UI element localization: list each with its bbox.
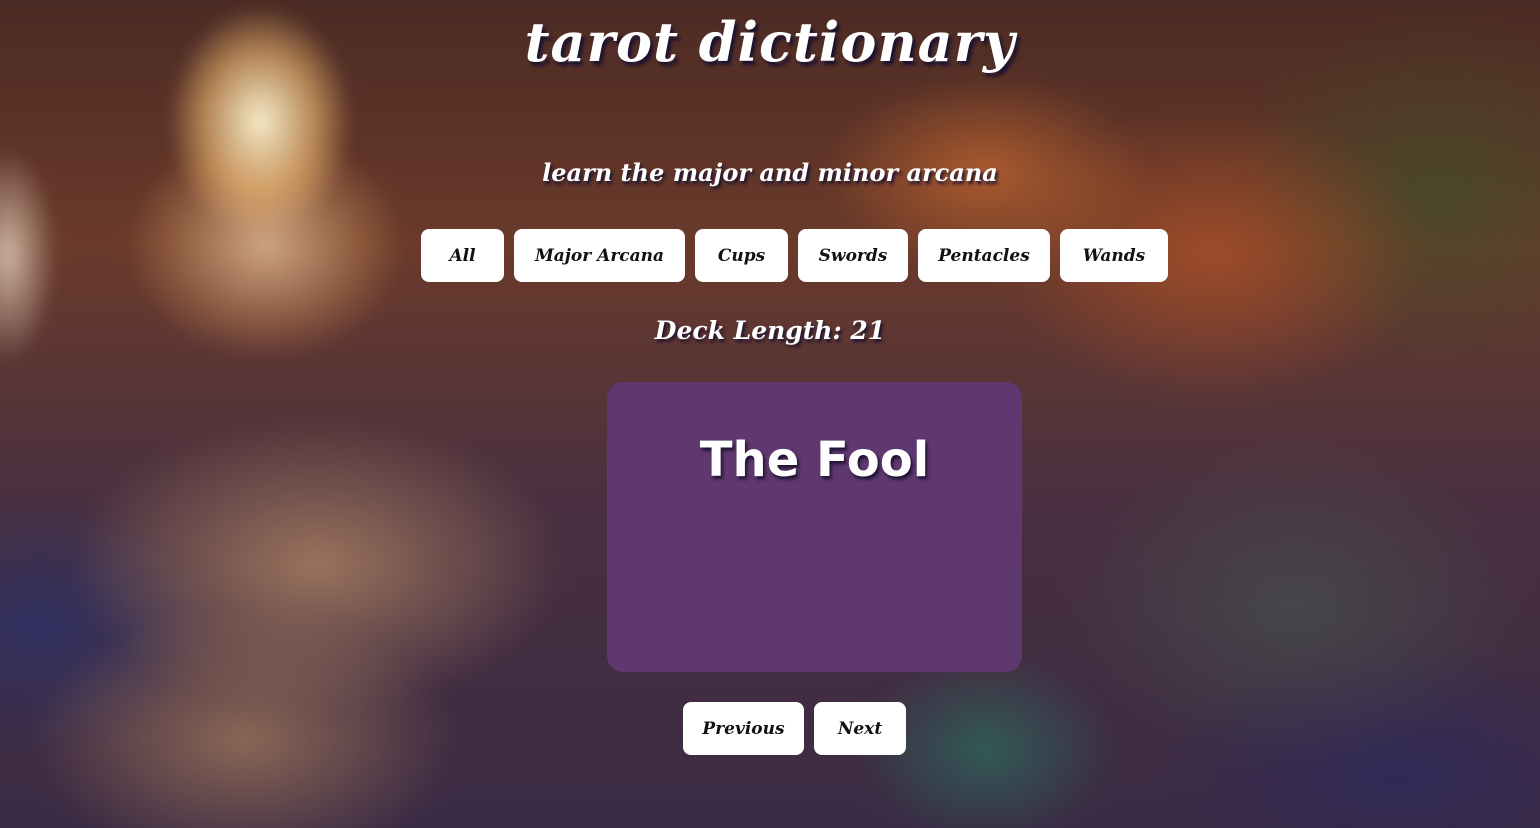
card-navigation: Previous Next [683, 702, 906, 755]
filter-all-button[interactable]: All [421, 229, 504, 282]
card-name: The Fool [699, 432, 930, 488]
deck-length-label: Deck Length: 21 [654, 316, 886, 345]
filter-swords-button[interactable]: Swords [798, 229, 908, 282]
filter-major-arcana-button[interactable]: Major Arcana [514, 229, 685, 282]
filter-wands-button[interactable]: Wands [1060, 229, 1168, 282]
next-button[interactable]: Next [814, 702, 906, 755]
filter-pentacles-button[interactable]: Pentacles [918, 229, 1050, 282]
page-title: tarot dictionary [524, 10, 1016, 74]
filter-cups-button[interactable]: Cups [695, 229, 788, 282]
page-subtitle: learn the major and minor arcana [542, 158, 998, 187]
filter-bar: All Major Arcana Cups Swords Pentacles W… [421, 229, 1168, 282]
tarot-card[interactable]: The Fool [607, 382, 1022, 672]
page-content: tarot dictionary learn the major and min… [0, 0, 1540, 828]
previous-button[interactable]: Previous [683, 702, 804, 755]
